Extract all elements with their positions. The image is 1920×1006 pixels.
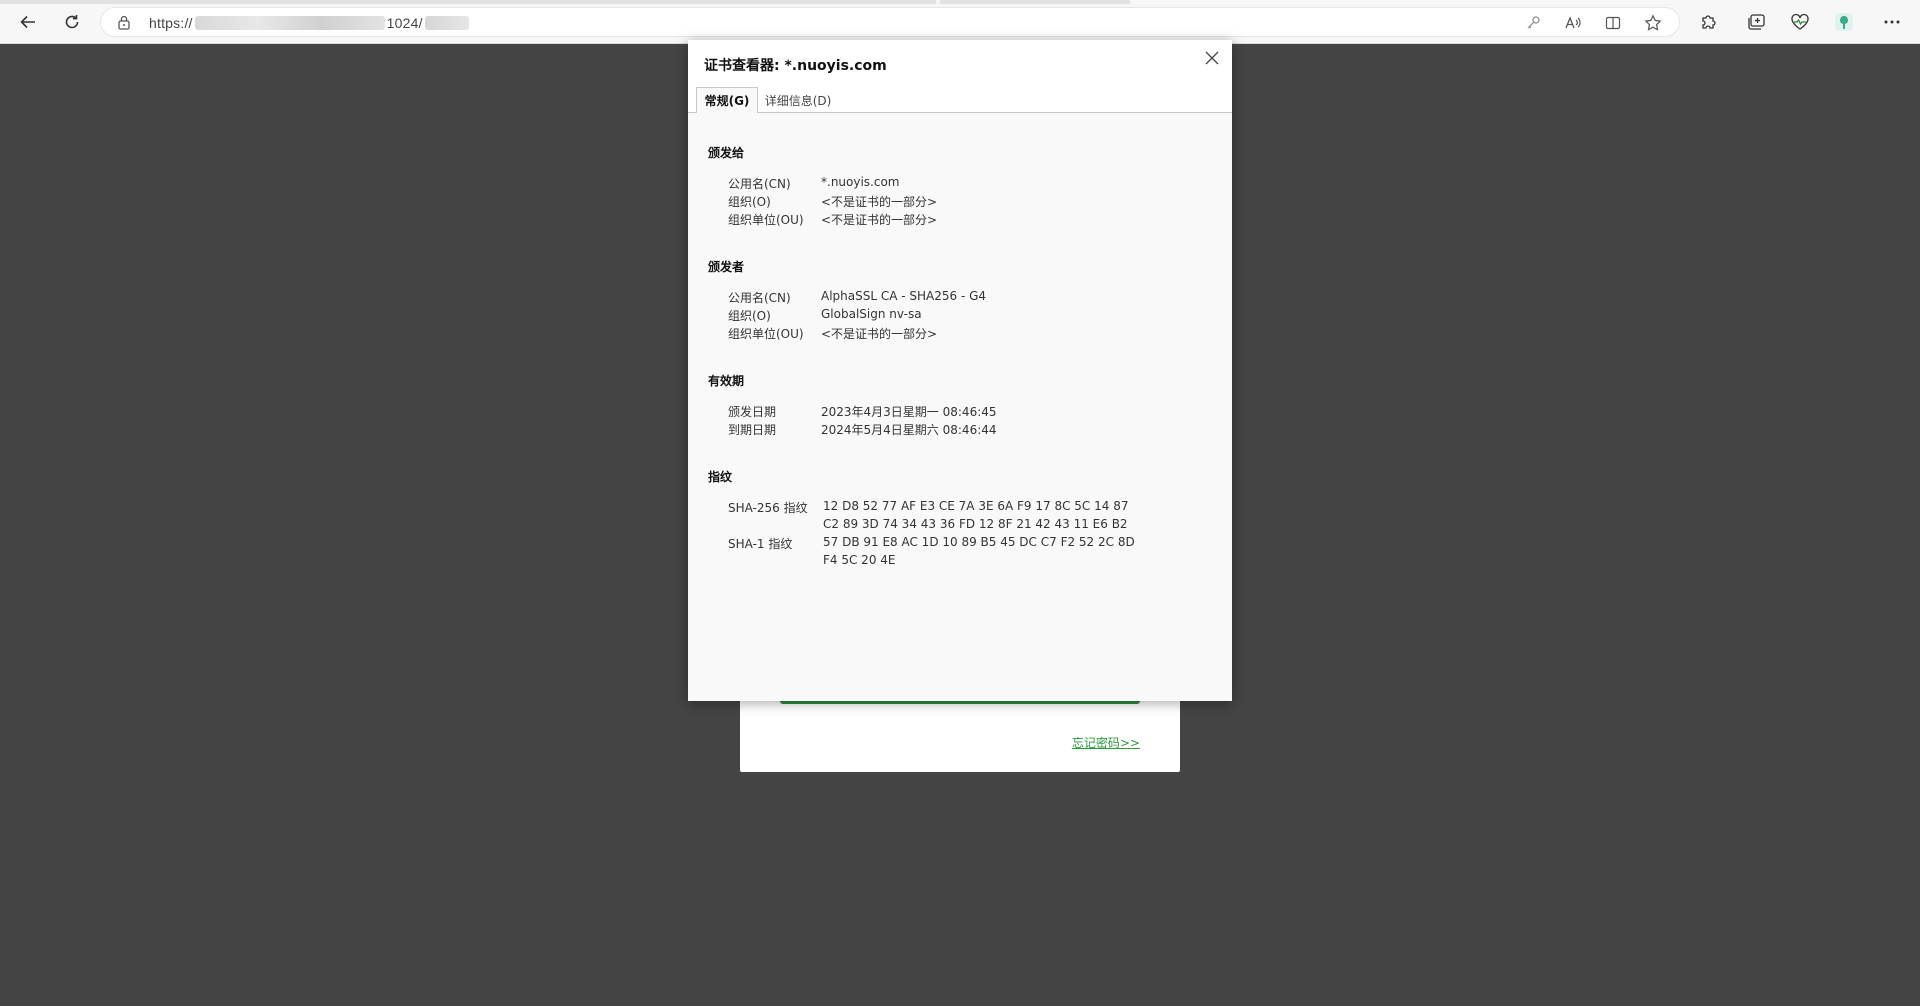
tab-strip-edge bbox=[0, 0, 936, 4]
issued-by-cn-value: AlphaSSL CA - SHA256 - G4 bbox=[821, 289, 987, 303]
certificate-viewer-dialog: 证书查看器: *.nuoyis.com 常规(G) 详细信息(D) 颁发给 公用… bbox=[688, 40, 1232, 701]
issued-to-o-label: 组织(O) bbox=[728, 195, 771, 209]
sha256-value-line1: 12 D8 52 77 AF E3 CE 7A 3E 6A F9 17 8C 5… bbox=[823, 499, 1129, 513]
sha1-label: SHA-1 指纹 bbox=[728, 537, 793, 551]
dialog-title: 证书查看器: *.nuoyis.com bbox=[704, 58, 887, 74]
sha256-label: SHA-256 指纹 bbox=[728, 501, 808, 515]
expiry-date-value: 2024年5月4日星期六 08:46:44 bbox=[821, 423, 997, 437]
url-text: https:// 1024/ bbox=[149, 15, 469, 31]
puzzle-icon[interactable] bbox=[1696, 10, 1720, 34]
issued-to-o-value: <不是证书的一部分> bbox=[821, 195, 938, 209]
tab-bar: 常规(G) 详细信息(D) bbox=[688, 87, 1232, 114]
fingerprints-heading: 指纹 bbox=[708, 470, 733, 484]
issued-to-cn-value: *.nuoyis.com bbox=[821, 175, 900, 189]
issued-by-cn-label: 公用名(CN) bbox=[728, 291, 791, 305]
heart-pulse-icon[interactable] bbox=[1788, 10, 1812, 34]
more-dots-icon[interactable] bbox=[1880, 10, 1904, 34]
login-card: 忘记密码>> bbox=[740, 690, 1180, 772]
sha1-value-line1: 57 DB 91 E8 AC 1D 10 89 B5 45 DC C7 F2 5… bbox=[823, 535, 1135, 549]
star-icon[interactable] bbox=[1643, 13, 1663, 33]
issued-by-heading: 颁发者 bbox=[708, 260, 745, 274]
collections-icon[interactable] bbox=[1744, 10, 1768, 34]
issued-by-o-value: GlobalSign nv-sa bbox=[821, 307, 922, 321]
read-aloud-icon[interactable] bbox=[1563, 13, 1583, 33]
tab-details[interactable]: 详细信息(D) bbox=[762, 87, 834, 113]
lock-icon[interactable] bbox=[117, 14, 131, 35]
issued-by-o-label: 组织(O) bbox=[728, 309, 771, 323]
profile-avatar-icon[interactable] bbox=[1832, 10, 1856, 34]
issue-date-value: 2023年4月3日星期一 08:46:45 bbox=[821, 405, 997, 419]
url-redacted-path bbox=[424, 16, 469, 30]
issued-to-cn-label: 公用名(CN) bbox=[728, 177, 791, 191]
tab-general[interactable]: 常规(G) bbox=[696, 87, 758, 114]
browser-toolbar: https:// 1024/ bbox=[0, 0, 1920, 44]
back-button[interactable] bbox=[14, 8, 42, 36]
sha1-value-line2: F4 5C 20 4E bbox=[823, 553, 896, 567]
split-screen-icon[interactable] bbox=[1603, 13, 1623, 33]
close-icon bbox=[1205, 51, 1219, 65]
refresh-icon bbox=[65, 15, 79, 29]
tab-strip-edge bbox=[940, 0, 1130, 4]
issued-to-heading: 颁发给 bbox=[708, 146, 745, 160]
issued-by-ou-label: 组织单位(OU) bbox=[728, 327, 804, 341]
issued-by-ou-value: <不是证书的一部分> bbox=[821, 327, 938, 341]
sha256-value-line2: C2 89 3D 74 34 43 36 FD 12 8F 21 42 43 1… bbox=[823, 517, 1128, 531]
address-bar[interactable]: https:// 1024/ bbox=[100, 7, 1680, 37]
back-arrow-icon bbox=[20, 15, 35, 29]
validity-heading: 有效期 bbox=[708, 374, 745, 388]
refresh-button[interactable] bbox=[58, 8, 86, 36]
expiry-date-label: 到期日期 bbox=[728, 423, 777, 437]
issue-date-label: 颁发日期 bbox=[728, 405, 777, 419]
issued-to-ou-value: <不是证书的一部分> bbox=[821, 213, 938, 227]
url-redacted-host bbox=[194, 16, 385, 30]
key-icon[interactable] bbox=[1523, 13, 1543, 33]
issued-to-ou-label: 组织单位(OU) bbox=[728, 213, 804, 227]
url-prefix: https:// bbox=[149, 15, 193, 31]
url-port: 1024/ bbox=[386, 15, 423, 31]
close-button[interactable] bbox=[1200, 46, 1224, 70]
general-pane: 颁发给 公用名(CN) *.nuoyis.com 组织(O) <不是证书的一部分… bbox=[688, 113, 1232, 701]
forgot-password-link[interactable]: 忘记密码>> bbox=[1072, 734, 1140, 751]
